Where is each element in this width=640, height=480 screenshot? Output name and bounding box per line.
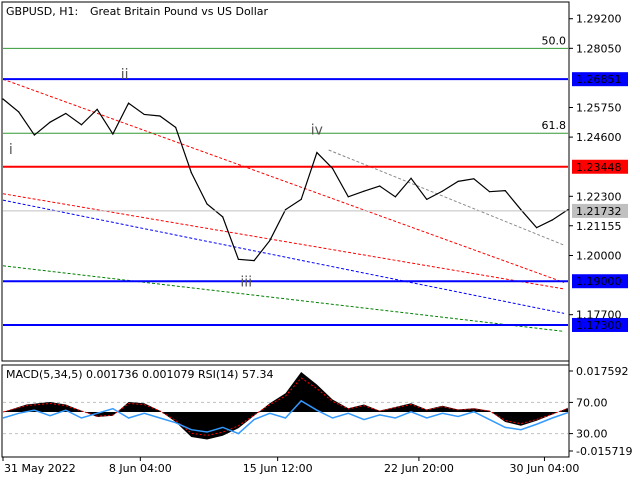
level-label-2-group: 1.19000	[572, 274, 628, 289]
macd-histogram	[3, 372, 568, 440]
trend-lines-layer	[2, 78, 565, 332]
levels-layer: 50.061.81.268511.234481.190001.17300	[3, 34, 628, 332]
x-tick-label-3: 22 Jun 20:00	[384, 462, 454, 475]
trend-line-0	[2, 78, 565, 283]
indicator-tick-label-3: -0.015719	[576, 445, 632, 458]
price-point-29	[457, 180, 459, 182]
price-point-9	[143, 113, 145, 116]
price-tick-label-1: 1.28050	[576, 42, 622, 55]
price-point-13	[206, 203, 208, 205]
price-point-2	[33, 134, 35, 136]
price-point-12	[190, 172, 192, 174]
price-tick-label-0: 1.29200	[576, 13, 622, 26]
trend-line-2	[2, 199, 565, 314]
wave-label-1: ii	[121, 67, 129, 83]
price-tick-label-2: 1.25750	[576, 102, 622, 115]
level-label-1-group: 1.23448	[572, 159, 628, 174]
price-point-24	[379, 185, 381, 187]
level-label-0-group: 1.26851	[572, 72, 628, 87]
price-tick-label-6: 1.20000	[576, 249, 622, 262]
price-point-30	[473, 178, 475, 180]
price-point-20	[316, 151, 318, 154]
price-point-17	[269, 239, 271, 242]
x-tick-label-4: 30 Jun 04:00	[510, 462, 580, 475]
price-point-23	[363, 190, 365, 192]
price-point-34	[536, 227, 538, 229]
price-point-15	[237, 258, 240, 260]
level-label-0: 1.26851	[576, 73, 622, 86]
wave-label-2: iii	[240, 274, 252, 290]
price-point-6	[96, 108, 98, 110]
price-point-36	[567, 209, 569, 211]
x-tick-label-2: 15 Jun 12:00	[243, 462, 313, 475]
price-point-5	[80, 124, 83, 126]
level-label-1: 1.23448	[576, 161, 622, 174]
indicator-layer	[2, 372, 569, 440]
trend-line-1	[2, 193, 565, 290]
chart-description: Great Britain Pound vs US Dollar	[90, 5, 269, 18]
price-point-4	[65, 112, 67, 115]
price-point-16	[253, 260, 255, 262]
price-line	[2, 98, 569, 262]
trend-line-4	[328, 149, 565, 246]
price-tick-label-5: 1.21155	[576, 220, 622, 233]
chart: 50.061.81.268511.234481.190001.17300 1.2…	[1, 1, 632, 475]
indicator-tick-label-2: 30.00	[576, 428, 608, 441]
level-label-2: 1.19000	[576, 275, 622, 288]
current-price-label: 1.21732	[576, 205, 622, 218]
x-tick-label-0: 31 May 2022	[4, 462, 76, 475]
price-point-21	[331, 167, 334, 170]
price-point-7	[112, 133, 114, 135]
chart-symbol: GBPUSD, H1:	[6, 5, 78, 18]
fib-label-0: 50.0	[542, 34, 567, 47]
price-point-27	[426, 198, 428, 200]
price-point-10	[159, 115, 161, 117]
price-tick-label-3: 1.24600	[576, 131, 622, 144]
price-point-26	[410, 177, 412, 179]
price-point-25	[394, 196, 396, 198]
price-tick-label-7: 1.17700	[576, 309, 622, 322]
price-point-1	[18, 111, 20, 113]
price-tick-label-4: 1.22300	[576, 190, 622, 203]
indicator-tick-label-0: 0.017592	[576, 365, 629, 378]
price-point-33	[520, 209, 522, 211]
x-tick-label-1: 8 Jun 04:00	[109, 462, 172, 475]
price-point-18	[284, 209, 287, 211]
fib-label-1: 61.8	[542, 119, 567, 132]
price-point-22	[347, 196, 349, 198]
indicator-tick-label-1: 70.00	[576, 396, 608, 409]
indicator-label: MACD(5,34,5) 0.001736 0.001079 RSI(14) 5…	[6, 368, 273, 381]
price-point-0	[2, 98, 4, 100]
price-point-32	[504, 190, 506, 192]
price-point-19	[300, 198, 302, 200]
wave-label-3: iv	[311, 123, 323, 139]
current-price-label-group: 1.21732	[572, 203, 628, 218]
price-point-28	[441, 190, 444, 192]
price-point-35	[551, 219, 553, 221]
trend-line-3	[2, 265, 565, 332]
price-point-11	[175, 126, 177, 128]
price-point-3	[49, 121, 51, 123]
price-point-31	[488, 191, 491, 193]
price-point-14	[222, 216, 224, 218]
wave-labels-layer: iiiiiiiv	[9, 67, 323, 290]
price-point-8	[127, 102, 130, 104]
wave-label-0: i	[9, 142, 13, 158]
